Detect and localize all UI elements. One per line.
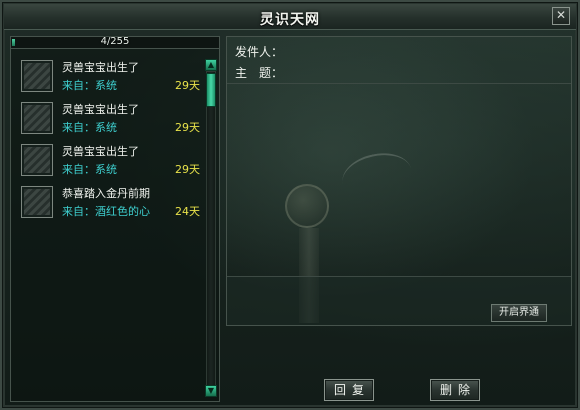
sender-label: 发件人： [235,45,284,59]
mail-subject: 灵兽宝宝出生了 [62,61,139,74]
subject-label: 主 题： [235,66,284,80]
mail-subject: 灵兽宝宝出生了 [62,145,139,158]
mail-icon [21,186,53,218]
mail-icon [21,102,53,134]
open-realm-button[interactable]: 开启界通 [491,304,547,322]
mail-expiry: 29天 [175,163,200,176]
background-globe-decoration [285,184,329,228]
mail-item[interactable]: 灵兽宝宝出生了 来自：系统 29天 [17,57,202,99]
close-button[interactable]: ✕ [552,7,570,25]
window-title: 灵识天网 [260,12,320,28]
mail-item[interactable]: 灵兽宝宝出生了 来自：系统 29天 [17,141,202,183]
scroll-down-button[interactable]: ▼ [205,385,217,397]
mail-subject: 灵兽宝宝出生了 [62,103,139,116]
mail-item[interactable]: 灵兽宝宝出生了 来自：系统 29天 [17,99,202,141]
delete-button[interactable]: 删除 [430,379,480,401]
mail-detail-panel: 发件人： 主 题： 开启界通 [226,36,572,326]
mailbox-count: 4/255 [100,36,130,47]
close-icon: ✕ [555,8,567,22]
mail-subject: 恭喜踏入金丹前期 [62,187,150,200]
mail-list-panel: 4/255 灵兽宝宝出生了 来自：系统 29天 灵兽宝宝出生了 来自：系统 29… [10,36,220,402]
mail-item[interactable]: 恭喜踏入金丹前期 来自：酒红色的心 24天 [17,183,202,225]
mail-expiry: 29天 [175,79,200,92]
title-bar: 灵识天网 ✕ [4,4,576,30]
mail-sender: 来自：系统 [62,121,117,134]
scrollbar-track[interactable] [206,71,216,389]
mail-sender: 来自：系统 [62,79,117,92]
mailbox-capacity-bar: 4/255 [11,36,219,49]
mail-sender: 来自：系统 [62,163,117,176]
background-wing-decoration [338,147,416,206]
mail-expiry: 29天 [175,121,200,134]
mail-body [227,84,571,323]
mail-sender: 来自：酒红色的心 [62,205,150,218]
arrow-up-icon: ▲ [207,60,215,69]
attachment-area: 开启界通 [227,277,571,325]
scrollbar-thumb[interactable] [206,73,216,107]
scroll-up-button[interactable]: ▲ [205,59,217,71]
mail-list: 灵兽宝宝出生了 来自：系统 29天 灵兽宝宝出生了 来自：系统 29天 灵兽宝宝… [17,57,202,225]
mail-expiry: 24天 [175,205,200,218]
mail-icon [21,144,53,176]
reply-button[interactable]: 回复 [324,379,374,401]
arrow-down-icon: ▼ [207,386,215,395]
mail-window: 灵识天网 ✕ 4/255 灵兽宝宝出生了 来自：系统 29天 灵兽宝宝出生了 来… [0,0,580,410]
mail-icon [21,60,53,92]
